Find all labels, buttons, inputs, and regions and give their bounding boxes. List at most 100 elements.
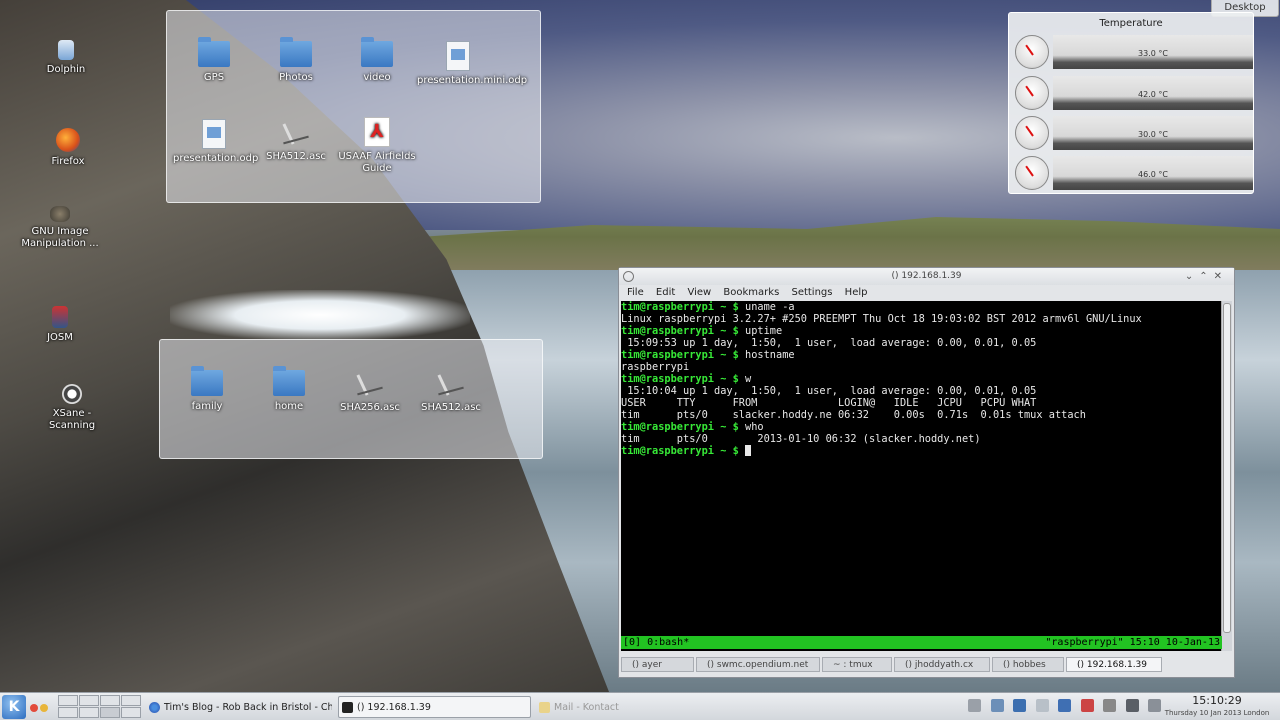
tray-keyboard-layout-icon[interactable] bbox=[1080, 699, 1094, 712]
shell-prompt: tim@raspberrypi ~ $ bbox=[621, 373, 745, 385]
temperature-graph: 42.0 °C bbox=[1053, 76, 1253, 110]
output-text: Linux raspberrypi 3.2.27+ #250 PREEMPT T… bbox=[621, 313, 1142, 325]
tray-network-icon[interactable] bbox=[990, 699, 1004, 712]
close-icon[interactable]: ✕ bbox=[1214, 271, 1228, 282]
digital-clock[interactable]: 15:10:29 Thursday 10 Jan 2013 London bbox=[1158, 694, 1276, 718]
scrollbar-thumb[interactable] bbox=[1223, 303, 1231, 633]
task-label: () 192.168.1.39 bbox=[357, 702, 431, 713]
gauge-icon bbox=[1015, 116, 1049, 150]
tray-notification-icon[interactable] bbox=[968, 699, 981, 712]
desktop-icon-josm[interactable]: JOSM bbox=[20, 306, 100, 344]
task-label: Tim's Blog - Rob Back in Bristol - Chro bbox=[164, 702, 333, 713]
clock-date: Thursday 10 Jan 2013 London bbox=[1164, 709, 1270, 717]
presentation-file-icon bbox=[446, 41, 470, 71]
maximize-icon[interactable]: ⌃ bbox=[1199, 271, 1213, 282]
file-item-presentation-mini[interactable]: presentation.mini.odp bbox=[417, 41, 527, 87]
desktop-icon-label: XSane - Scanning bbox=[48, 408, 96, 431]
terminal-line: tim@raspberrypi ~ $ uptime bbox=[621, 325, 1222, 337]
temperature-sensor: 46.0 °C bbox=[1013, 154, 1253, 192]
temperature-sensor: 33.0 °C bbox=[1013, 33, 1253, 71]
tab-hobbes[interactable]: () hobbes bbox=[992, 657, 1064, 672]
terminal-line: 15:10:04 up 1 day, 1:50, 1 user, load av… bbox=[621, 385, 1222, 397]
tray-display-icon[interactable] bbox=[1035, 699, 1049, 712]
virtual-desktop-pager[interactable] bbox=[58, 695, 141, 719]
task-konsole[interactable]: () 192.168.1.39 bbox=[338, 696, 531, 718]
terminal-line: tim pts/0 2013-01-10 06:32 (slacker.hodd… bbox=[621, 433, 1222, 445]
menu-settings[interactable]: Settings bbox=[791, 287, 832, 298]
temperature-reading: 33.0 °C bbox=[1138, 49, 1168, 58]
tray-bluetooth-icon[interactable] bbox=[1058, 699, 1071, 712]
command-text: uptime bbox=[745, 325, 783, 337]
pager-desktop[interactable] bbox=[79, 695, 99, 706]
temperature-reading: 46.0 °C bbox=[1138, 170, 1168, 179]
firefox-icon bbox=[56, 128, 80, 152]
mail-icon bbox=[539, 702, 550, 713]
folder-item-photos[interactable]: Photos bbox=[255, 37, 337, 84]
folder-item-home[interactable]: home bbox=[248, 366, 330, 413]
desktop-icon-xsane[interactable]: XSane - Scanning bbox=[32, 384, 112, 432]
kickoff-menu-button[interactable]: K bbox=[2, 695, 26, 719]
file-item-sha512[interactable]: SHA512.asc bbox=[255, 119, 337, 163]
pager-desktop[interactable] bbox=[58, 707, 78, 718]
folder-icon bbox=[191, 366, 223, 396]
command-text: uname -a bbox=[745, 301, 795, 313]
pager-desktop[interactable] bbox=[79, 707, 99, 718]
pager-desktop[interactable] bbox=[100, 707, 120, 718]
menu-view[interactable]: View bbox=[687, 287, 711, 298]
wallpaper-foam bbox=[170, 290, 470, 340]
file-item-label: presentation.mini.odp bbox=[417, 75, 528, 86]
file-item-usaaf-guide[interactable]: ⅄ USAAF Airfields Guide bbox=[336, 117, 418, 175]
temperature-graph: 46.0 °C bbox=[1053, 156, 1253, 190]
folder-item-family[interactable]: family bbox=[166, 366, 248, 413]
tab-ayer[interactable]: () ayer bbox=[621, 657, 694, 672]
file-item-sha256[interactable]: SHA256.asc bbox=[329, 370, 411, 414]
pager-desktop[interactable] bbox=[121, 695, 141, 706]
gimp-icon bbox=[50, 206, 70, 222]
command-text: who bbox=[745, 421, 764, 433]
shell-prompt: tim@raspberrypi ~ $ bbox=[621, 445, 745, 457]
window-titlebar[interactable]: () 192.168.1.39 ⌄⌃✕ bbox=[619, 268, 1234, 285]
tmux-host-clock: "raspberrypi" 15:10 10-Jan-13 bbox=[1045, 637, 1220, 648]
file-item-sha512[interactable]: SHA512.asc bbox=[410, 370, 492, 414]
window-menu-icon[interactable] bbox=[623, 271, 634, 282]
folder-item-gps[interactable]: GPS bbox=[173, 37, 255, 84]
menu-file[interactable]: File bbox=[627, 287, 644, 298]
window-title: () 192.168.1.39 bbox=[891, 271, 962, 281]
tab-swmc[interactable]: () swmc.opendium.net bbox=[696, 657, 820, 672]
tab-tmux[interactable]: ~ : tmux bbox=[822, 657, 892, 672]
tray-tools-icon[interactable] bbox=[1103, 699, 1116, 712]
tray-volume-icon[interactable] bbox=[1125, 699, 1139, 712]
shell-prompt: tim@raspberrypi ~ $ bbox=[621, 421, 745, 433]
desktop-icon-dolphin[interactable]: Dolphin bbox=[26, 40, 106, 76]
shell-prompt: tim@raspberrypi ~ $ bbox=[621, 349, 745, 361]
menu-bar: File Edit View Bookmarks Settings Help bbox=[619, 285, 1234, 301]
pager-desktop[interactable] bbox=[100, 695, 120, 706]
gauge-icon bbox=[1015, 35, 1049, 69]
menu-bookmarks[interactable]: Bookmarks bbox=[723, 287, 779, 298]
menu-help[interactable]: Help bbox=[845, 287, 868, 298]
minimize-icon[interactable]: ⌄ bbox=[1185, 271, 1199, 282]
activity-indicator bbox=[30, 702, 50, 715]
temperature-reading: 42.0 °C bbox=[1138, 90, 1168, 99]
tab-jhoddyath[interactable]: () jhoddyath.cx bbox=[894, 657, 990, 672]
desktop-icon-gimp[interactable]: GNU Image Manipulation ... bbox=[20, 206, 100, 250]
pager-desktop[interactable] bbox=[58, 695, 78, 706]
terminal-icon bbox=[342, 702, 353, 713]
tab-192-168-1-39[interactable]: () 192.168.1.39 bbox=[1066, 657, 1162, 672]
folder-icon bbox=[198, 37, 230, 67]
shell-prompt: tim@raspberrypi ~ $ bbox=[621, 301, 745, 313]
terminal-line: tim@raspberrypi ~ $ w bbox=[621, 373, 1222, 385]
file-item-presentation[interactable]: presentation.odp bbox=[173, 119, 258, 165]
task-chrome[interactable]: Tim's Blog - Rob Back in Bristol - Chro bbox=[145, 696, 333, 718]
output-text: 15:10:04 up 1 day, 1:50, 1 user, load av… bbox=[621, 385, 1037, 397]
folder-item-label: Photos bbox=[279, 72, 313, 83]
presentation-file-icon bbox=[202, 119, 226, 149]
task-kontact[interactable]: Mail - Kontact bbox=[535, 696, 685, 718]
desktop-icon-firefox[interactable]: Firefox bbox=[28, 128, 108, 168]
terminal-scrollbar[interactable] bbox=[1221, 301, 1232, 651]
terminal-output[interactable]: tim@raspberrypi ~ $ uname -a Linux raspbe… bbox=[621, 301, 1222, 651]
pager-desktop[interactable] bbox=[121, 707, 141, 718]
tray-bluetooth-icon[interactable] bbox=[1013, 699, 1026, 712]
menu-edit[interactable]: Edit bbox=[656, 287, 675, 298]
folder-item-video[interactable]: video bbox=[336, 37, 418, 84]
